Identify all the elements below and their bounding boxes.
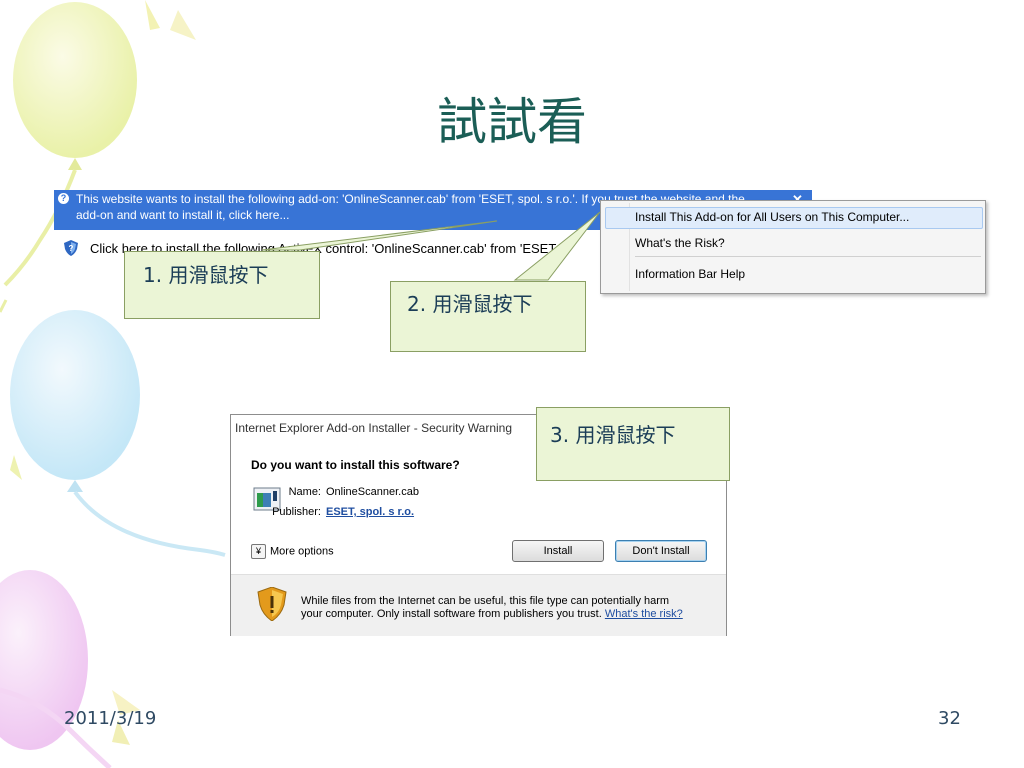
warning-line-2: your computer. Only install software fro… (301, 608, 683, 621)
menu-separator (635, 256, 981, 257)
infobar-text-line2: add-on and want to install it, click her… (76, 208, 290, 222)
infobar-context-menu: Install This Add-on for All Users on Thi… (600, 200, 986, 294)
callout-2-text: 2. 用滑鼠按下 (407, 292, 533, 316)
callout-2: 2. 用滑鼠按下 (390, 281, 586, 352)
slide-page-number: 32 (938, 708, 961, 729)
dont-install-button[interactable]: Don't Install (615, 540, 707, 562)
dialog-name-row: Name: OnlineScanner.cab (259, 486, 419, 498)
callout-3-text: 3. 用滑鼠按下 (550, 423, 676, 447)
warning-line-2-text: your computer. Only install software fro… (301, 608, 602, 620)
callout-3: 3. 用滑鼠按下 (536, 407, 730, 481)
name-value: OnlineScanner.cab (326, 486, 419, 498)
svg-text:?: ? (69, 244, 74, 253)
callout-1: 1. 用滑鼠按下 (124, 251, 320, 319)
name-label: Name: (288, 486, 321, 498)
dialog-publisher-row: Publisher: ESET, spol. s r.o. (259, 506, 414, 518)
more-options-label: More options (270, 545, 334, 558)
publisher-label: Publisher: (272, 506, 321, 518)
more-options-toggle[interactable]: ¥ More options (251, 544, 334, 559)
publisher-link[interactable]: ESET, spol. s r.o. (326, 506, 414, 518)
callout-1-text: 1. 用滑鼠按下 (143, 263, 269, 287)
dialog-title: Internet Explorer Add-on Installer - Sec… (235, 421, 513, 435)
info-icon: ? (58, 193, 69, 204)
dialog-question: Do you want to install this software? (251, 458, 460, 472)
menu-item-whats-the-risk[interactable]: What's the Risk? (635, 236, 725, 250)
dialog-warning-panel: While files from the Internet can be use… (231, 574, 726, 636)
warning-line-1: While files from the Internet can be use… (301, 595, 670, 607)
chevron-down-icon: ¥ (251, 544, 266, 559)
menu-item-information-bar-help[interactable]: Information Bar Help (635, 267, 745, 281)
warning-text: While files from the Internet can be use… (301, 595, 683, 621)
slide-date: 2011/3/19 (64, 708, 157, 729)
slide-title: 試試看 (437, 93, 587, 151)
shield-icon: ? (64, 240, 78, 256)
whats-the-risk-link[interactable]: What's the risk? (605, 608, 683, 620)
screenshot-gap (812, 190, 984, 200)
yellow-streamer (145, 0, 160, 30)
warning-shield-icon (257, 587, 287, 621)
menu-item-install-all-users[interactable]: Install This Add-on for All Users on Thi… (635, 210, 909, 224)
blue-balloon (10, 310, 140, 480)
install-button[interactable]: Install (512, 540, 604, 562)
